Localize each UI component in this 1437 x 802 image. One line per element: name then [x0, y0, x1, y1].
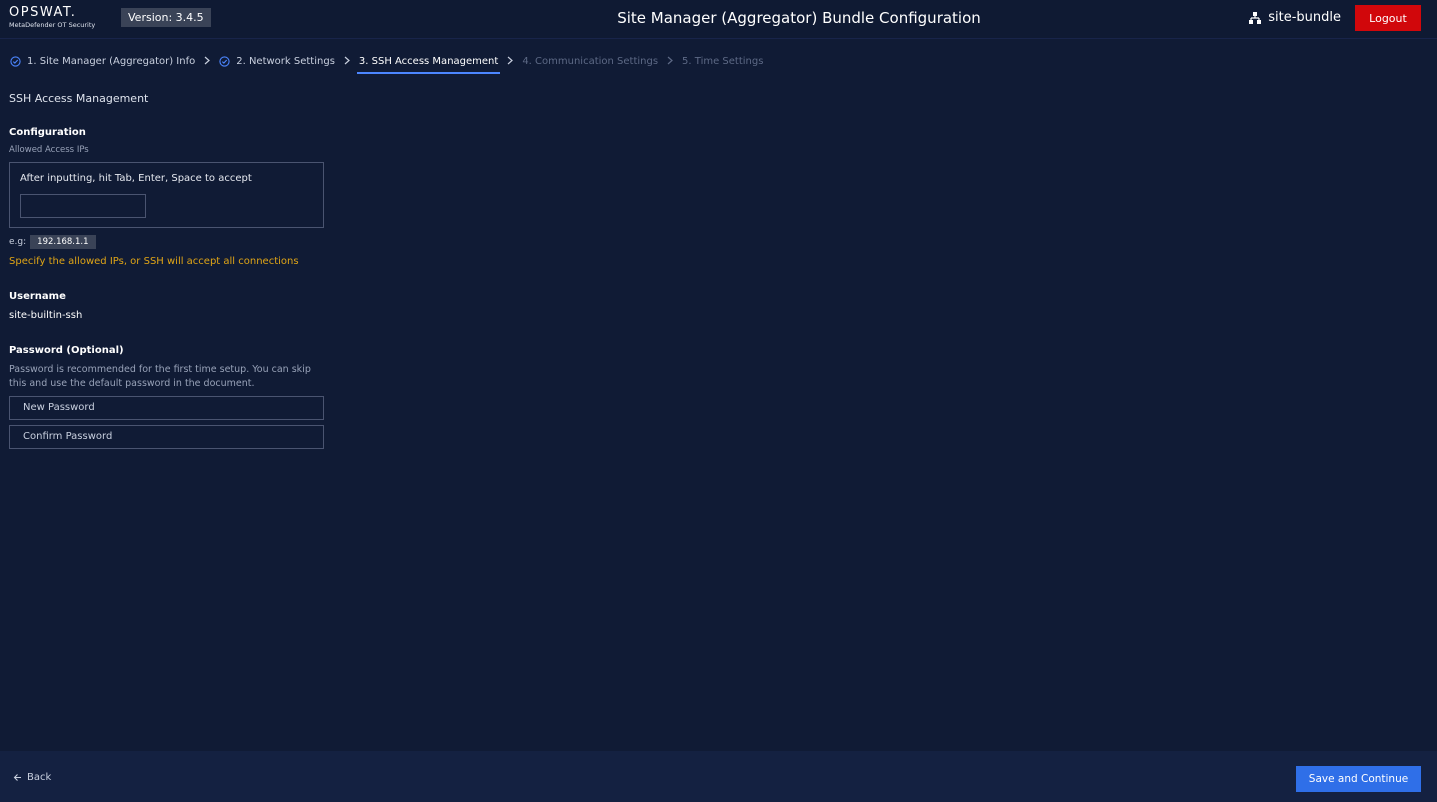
ip-input-hint: After inputting, hit Tab, Enter, Space t…: [20, 173, 252, 184]
allowed-ips-box: After inputting, hit Tab, Enter, Space t…: [9, 162, 324, 228]
configuration-label: Configuration: [9, 127, 86, 138]
step-time-settings: 5. Time Settings: [682, 53, 763, 69]
arrow-left-icon: [13, 774, 21, 781]
section-title: SSH Access Management: [9, 92, 149, 105]
step-ssh-access-management[interactable]: 3. SSH Access Management: [356, 53, 501, 74]
sitemap-icon: [1249, 11, 1262, 24]
step-network-settings[interactable]: 2. Network Settings: [219, 53, 335, 69]
ip-input[interactable]: [20, 194, 146, 218]
example-ip-chip: 192.168.1.1: [30, 235, 96, 249]
password-label: Password (Optional): [9, 345, 124, 356]
step-site-manager-info[interactable]: 1. Site Manager (Aggregator) Info: [10, 53, 195, 69]
chevron-right-icon: [667, 56, 673, 65]
step-communication-settings: 4. Communication Settings: [522, 53, 658, 69]
check-circle-icon: [10, 55, 21, 67]
page-title: Site Manager (Aggregator) Bundle Configu…: [617, 9, 981, 27]
ip-warning: Specify the allowed IPs, or SSH will acc…: [9, 256, 299, 267]
back-label: Back: [27, 772, 52, 783]
footer-bar: Back Save and Continue: [0, 751, 1437, 802]
allowed-ips-label: Allowed Access IPs: [9, 145, 89, 155]
step-label: 3. SSH Access Management: [358, 55, 499, 67]
password-hint: Password is recommended for the first ti…: [9, 364, 311, 389]
logout-button[interactable]: Logout: [1355, 5, 1421, 31]
bundle-indicator: site-bundle: [1248, 10, 1341, 25]
wizard-stepper: 1. Site Manager (Aggregator) Info 2. Net…: [10, 53, 763, 75]
username-value: site-builtin-ssh: [9, 310, 83, 321]
save-and-continue-button[interactable]: Save and Continue: [1296, 766, 1421, 792]
example-row: e.g: 192.168.1.1: [9, 235, 96, 249]
bundle-name: site-bundle: [1268, 10, 1341, 25]
back-button[interactable]: Back: [13, 772, 51, 783]
chevron-right-icon: [507, 56, 514, 65]
step-label: 5. Time Settings: [682, 55, 764, 67]
step-label: 1. Site Manager (Aggregator) Info: [27, 55, 196, 67]
example-label: e.g:: [9, 237, 27, 247]
step-label: 4. Communication Settings: [522, 55, 659, 67]
step-label: 2. Network Settings: [236, 55, 335, 67]
chevron-right-icon: [204, 56, 211, 65]
check-circle-icon: [219, 55, 230, 67]
chevron-right-icon: [344, 56, 350, 65]
confirm-password-field[interactable]: Confirm Password: [9, 425, 324, 449]
top-header: OPSWAT. MetaDefender OT Security Version…: [0, 0, 1437, 39]
new-password-field[interactable]: New Password: [9, 396, 324, 420]
username-label: Username: [9, 291, 66, 302]
